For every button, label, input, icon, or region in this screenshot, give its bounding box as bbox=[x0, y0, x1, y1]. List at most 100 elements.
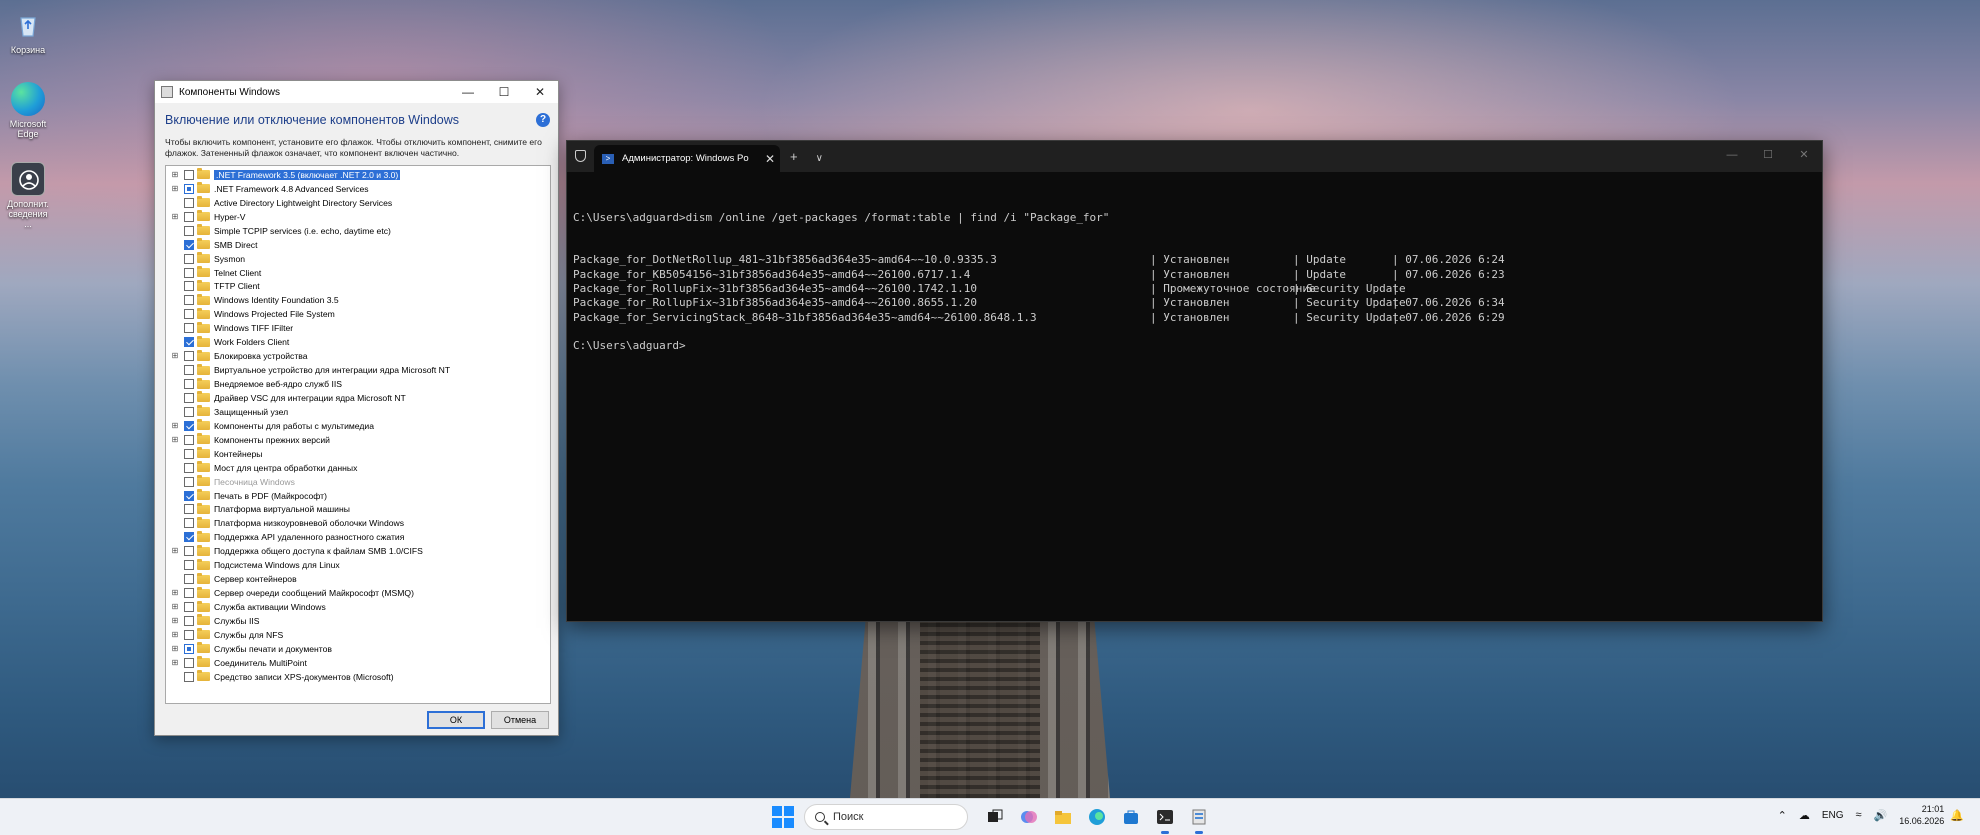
feature-checkbox[interactable] bbox=[184, 643, 194, 654]
feature-checkbox[interactable] bbox=[184, 365, 194, 376]
edge-taskbar-icon[interactable] bbox=[1084, 804, 1110, 830]
feature-checkbox[interactable] bbox=[184, 476, 194, 487]
features-tree[interactable]: ⊞ .NET Framework 3.5 (включает .NET 2.0 и… bbox=[165, 165, 551, 704]
feature-row[interactable]: Средство записи XPS-документов (Microsof… bbox=[166, 670, 550, 684]
feature-row[interactable]: ⊞ Поддержка общего доступа к файлам SMB 1… bbox=[166, 544, 550, 558]
feature-checkbox[interactable] bbox=[184, 225, 194, 236]
feature-row[interactable]: Защищенный узел bbox=[166, 405, 550, 419]
minimize-icon[interactable]: — bbox=[1714, 141, 1750, 168]
feature-checkbox[interactable] bbox=[184, 434, 194, 445]
chevron-up-icon[interactable]: ⌃ bbox=[1778, 809, 1787, 822]
feature-row[interactable]: ⊞ Служба активации Windows bbox=[166, 600, 550, 614]
expand-icon[interactable]: ⊞ bbox=[170, 421, 180, 431]
feature-row[interactable]: Active Directory Lightweight Directory S… bbox=[166, 196, 550, 210]
feature-checkbox[interactable] bbox=[184, 588, 194, 599]
feature-row[interactable]: ⊞ Службы для NFS bbox=[166, 628, 550, 642]
feature-checkbox[interactable] bbox=[184, 546, 194, 557]
feature-row[interactable]: Подсистема Windows для Linux bbox=[166, 558, 550, 572]
help-icon[interactable]: ? bbox=[536, 113, 550, 127]
tab-close-icon[interactable]: ✕ bbox=[760, 152, 780, 166]
desktop-icon-recycle-bin[interactable]: Корзина bbox=[6, 8, 50, 55]
feature-row[interactable]: ⊞ .NET Framework 4.8 Advanced Services bbox=[166, 182, 550, 196]
feature-checkbox[interactable] bbox=[184, 379, 194, 390]
feature-row[interactable]: Внедряемое веб-ядро служб IIS bbox=[166, 377, 550, 391]
feature-checkbox[interactable] bbox=[184, 462, 194, 473]
volume-icon[interactable]: 🔊 bbox=[1874, 809, 1888, 822]
maximize-icon[interactable]: ☐ bbox=[1750, 141, 1786, 168]
feature-checkbox[interactable] bbox=[184, 197, 194, 208]
feature-row[interactable]: ⊞ Компоненты для работы с мультимедиа bbox=[166, 419, 550, 433]
feature-row[interactable]: Контейнеры bbox=[166, 447, 550, 461]
feature-row[interactable]: Платформа низкоуровневой оболочки Window… bbox=[166, 516, 550, 530]
feature-checkbox[interactable] bbox=[184, 351, 194, 362]
search-box[interactable]: Поиск bbox=[804, 804, 968, 830]
terminal-tab[interactable]: > Администратор: Windows Po ✕ bbox=[594, 145, 780, 172]
feature-row[interactable]: Печать в PDF (Майкрософт) bbox=[166, 489, 550, 503]
expand-icon[interactable]: ⊞ bbox=[170, 658, 180, 668]
start-button[interactable] bbox=[772, 806, 794, 828]
expand-icon[interactable]: ⊞ bbox=[170, 588, 180, 598]
terminal-output[interactable]: C:\Users\adguard>dism /online /get-packa… bbox=[567, 172, 1822, 364]
feature-checkbox[interactable] bbox=[184, 253, 194, 264]
feature-checkbox[interactable] bbox=[184, 392, 194, 403]
expand-icon[interactable]: ⊞ bbox=[170, 212, 180, 222]
feature-row[interactable]: Драйвер VSC для интеграции ядра Microsof… bbox=[166, 391, 550, 405]
expand-icon[interactable]: ⊞ bbox=[170, 602, 180, 612]
feature-row[interactable]: Simple TCPIP services (i.e. echo, daytim… bbox=[166, 224, 550, 238]
desktop-icon-edge[interactable]: Microsoft Edge bbox=[6, 82, 50, 139]
feature-row[interactable]: Work Folders Client bbox=[166, 335, 550, 349]
language-indicator[interactable]: ENG bbox=[1822, 810, 1844, 821]
feature-row[interactable]: TFTP Client bbox=[166, 279, 550, 294]
feature-row[interactable]: ⊞ Службы IIS bbox=[166, 614, 550, 628]
feature-row[interactable]: ⊞ Компоненты прежних версий bbox=[166, 433, 550, 447]
feature-checkbox[interactable] bbox=[184, 615, 194, 626]
expand-icon[interactable]: ⊞ bbox=[170, 351, 180, 361]
expand-icon[interactable]: ⊞ bbox=[170, 170, 180, 180]
cancel-button[interactable]: Отмена bbox=[491, 711, 549, 729]
feature-checkbox[interactable] bbox=[184, 309, 194, 320]
minimize-icon[interactable]: — bbox=[450, 81, 486, 103]
feature-row[interactable]: Виртуальное устройство для интеграции яд… bbox=[166, 363, 550, 377]
feature-checkbox[interactable] bbox=[184, 267, 194, 278]
feature-checkbox[interactable] bbox=[184, 657, 194, 668]
feature-checkbox[interactable] bbox=[184, 211, 194, 222]
feature-row[interactable]: SMB Direct bbox=[166, 238, 550, 252]
feature-row[interactable]: Windows Identity Foundation 3.5 bbox=[166, 293, 550, 307]
feature-checkbox[interactable] bbox=[184, 183, 194, 194]
feature-row[interactable]: Сервер контейнеров bbox=[166, 572, 550, 586]
notification-bell-icon[interactable]: 🔔 bbox=[1950, 809, 1964, 822]
close-icon[interactable]: ✕ bbox=[1786, 141, 1822, 168]
feature-checkbox[interactable] bbox=[184, 629, 194, 640]
feature-checkbox[interactable] bbox=[184, 323, 194, 334]
expand-icon[interactable]: ⊞ bbox=[170, 435, 180, 445]
feature-row[interactable]: Telnet Client bbox=[166, 266, 550, 280]
feature-checkbox[interactable] bbox=[184, 560, 194, 571]
feature-row[interactable]: Платформа виртуальной машины bbox=[166, 502, 550, 517]
new-tab-icon[interactable]: + bbox=[790, 149, 798, 164]
expand-icon[interactable]: ⊞ bbox=[170, 644, 180, 654]
feature-checkbox[interactable] bbox=[184, 295, 194, 306]
feature-checkbox[interactable] bbox=[184, 518, 194, 529]
desktop-icon-info[interactable]: Дополнит. сведения ... bbox=[6, 162, 50, 229]
feature-row[interactable]: ⊞ .NET Framework 3.5 (включает .NET 2.0 и… bbox=[166, 168, 550, 182]
chevron-down-icon[interactable]: ∨ bbox=[816, 153, 823, 164]
feature-checkbox[interactable] bbox=[184, 169, 194, 180]
feature-checkbox[interactable] bbox=[184, 504, 194, 515]
features-taskbar-icon[interactable] bbox=[1186, 804, 1212, 834]
feature-row[interactable]: Мост для центра обработки данных bbox=[166, 461, 550, 475]
feature-checkbox[interactable] bbox=[184, 574, 194, 585]
feature-checkbox[interactable] bbox=[184, 406, 194, 417]
feature-row[interactable]: ⊞ Сервер очереди сообщений Майкрософт (MS… bbox=[166, 586, 550, 600]
feature-row[interactable]: ⊞ Службы печати и документов bbox=[166, 642, 550, 656]
dialog-titlebar[interactable]: Компоненты Windows — ☐ ✕ bbox=[155, 81, 558, 103]
feature-checkbox[interactable] bbox=[184, 239, 194, 250]
feature-row[interactable]: ⊞ Соединитель MultiPoint bbox=[166, 656, 550, 670]
feature-checkbox[interactable] bbox=[184, 602, 194, 613]
feature-checkbox[interactable] bbox=[184, 532, 194, 543]
feature-row[interactable]: Windows Projected File System bbox=[166, 307, 550, 321]
maximize-icon[interactable]: ☐ bbox=[486, 81, 522, 103]
ok-button[interactable]: ОК bbox=[427, 711, 485, 729]
expand-icon[interactable]: ⊞ bbox=[170, 546, 180, 556]
feature-row[interactable]: ⊞ Блокировка устройства bbox=[166, 349, 550, 363]
network-icon[interactable]: ☁ bbox=[1799, 809, 1810, 822]
